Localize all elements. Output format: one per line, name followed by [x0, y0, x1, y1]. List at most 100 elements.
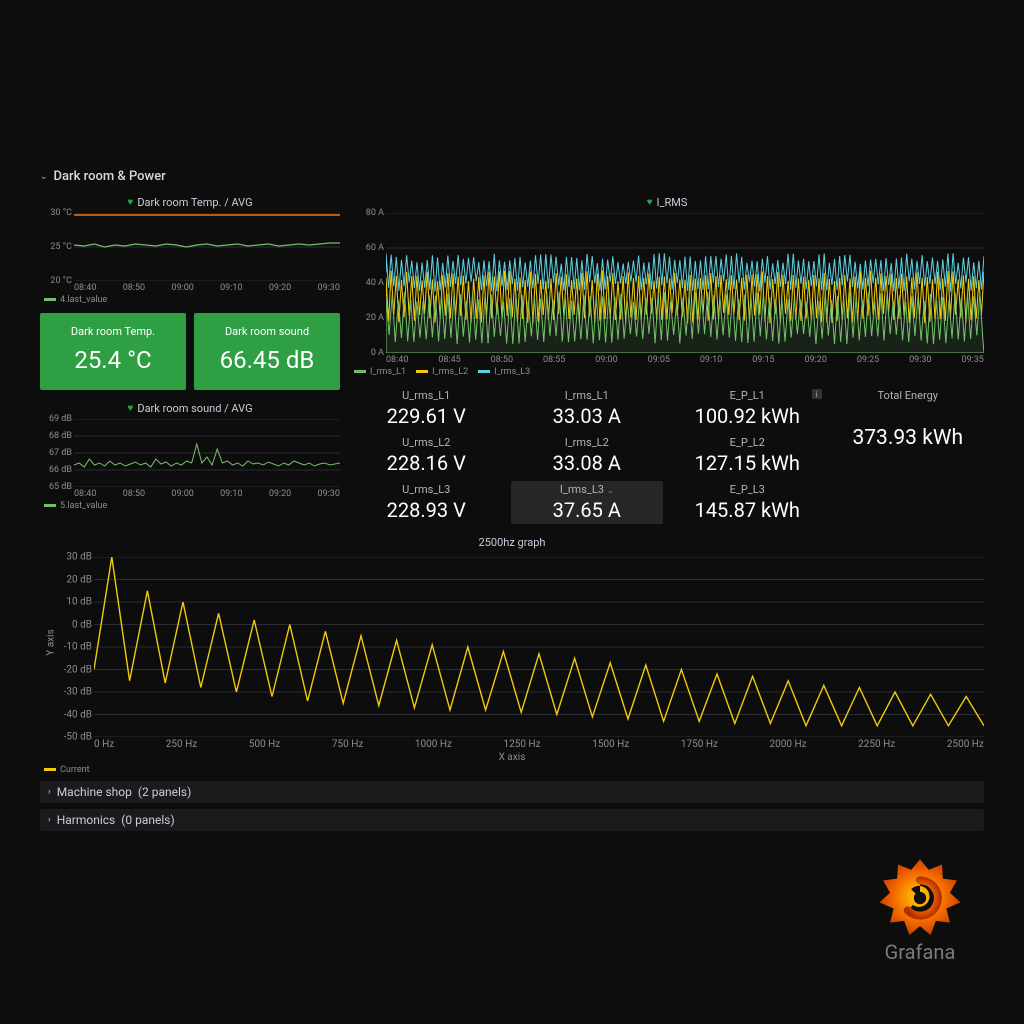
x-axis-label: X axis — [40, 752, 984, 763]
panel-title-text: 2500hz graph — [479, 536, 546, 549]
row-harmonics[interactable]: › Harmonics (0 panels) — [40, 809, 984, 831]
row-title: Machine shop — [57, 785, 132, 799]
panel-sound-avg[interactable]: ♥ Dark room sound / AVG 69 dB 68 dB 67 d… — [40, 400, 340, 511]
x-tick: 750 Hz — [332, 739, 363, 750]
panel-2500hz[interactable]: 2500hz graph Y axis 30 dB 20 dB 10 dB 0 … — [40, 534, 984, 775]
metric-e-l1[interactable]: iE_P_L1100.92 kWh — [671, 387, 824, 430]
metric-i-l1[interactable]: I_rms_L133.03 A — [511, 387, 664, 430]
y-tick: 68 dB — [49, 431, 72, 441]
sound-sparkline — [74, 419, 340, 487]
y-tick: -30 dB — [64, 687, 92, 698]
y-tick: 30 °C — [50, 208, 72, 218]
y-tick: -10 dB — [64, 642, 92, 653]
x-tick: 08:45 — [438, 355, 460, 365]
stat-temp[interactable]: Dark room Temp. 25.4 °C — [40, 313, 186, 390]
x-tick: 1500 Hz — [592, 739, 629, 750]
x-tick: 1000 Hz — [415, 739, 452, 750]
y-tick: -50 dB — [64, 732, 92, 743]
y-tick: 10 dB — [66, 597, 92, 608]
y-tick: 40 A — [366, 278, 384, 288]
x-tick: 250 Hz — [166, 739, 197, 750]
legend-item: Current — [60, 765, 90, 775]
y-tick: 20 dB — [66, 574, 92, 585]
legend-item: I_rms_L2 — [432, 367, 468, 377]
metric-i-l3[interactable]: I_rms_L3⌄37.65 A — [511, 481, 664, 524]
x-tick: 08:40 — [386, 355, 408, 365]
legend-item: 5.last_value — [60, 501, 107, 511]
x-tick: 09:20 — [269, 489, 291, 499]
x-tick: 500 Hz — [249, 739, 280, 750]
y-tick: 20 A — [366, 313, 384, 323]
panel-title-text: Dark room Temp. / AVG — [137, 196, 252, 209]
x-tick: 09:30 — [318, 489, 340, 499]
y-tick: -20 dB — [64, 664, 92, 675]
legend-item: I_rms_L3 — [494, 367, 530, 377]
x-tick: 08:40 — [74, 489, 96, 499]
row-dark-room-power[interactable]: ⌄ Dark room & Power — [40, 165, 984, 188]
x-tick: 09:00 — [171, 283, 193, 293]
row-title: Dark room & Power — [54, 169, 166, 184]
chevron-right-icon: › — [48, 815, 51, 825]
legend-item: I_rms_L1 — [370, 367, 406, 377]
brand-name: Grafana — [876, 940, 964, 964]
metric-total-energy[interactable]: Total Energy373.93 kWh — [832, 387, 985, 524]
metric-u-l3[interactable]: U_rms_L3228.93 V — [350, 481, 503, 524]
grafana-logo: Grafana — [876, 854, 964, 964]
y-tick: 69 dB — [49, 414, 72, 424]
x-tick: 09:35 — [961, 355, 983, 365]
stat-value: 25.4 °C — [46, 346, 180, 374]
x-tick: 09:10 — [220, 489, 242, 499]
row-title: Harmonics — [57, 813, 116, 827]
metric-e-l3[interactable]: E_P_L3145.87 kWh — [671, 481, 824, 524]
info-icon[interactable]: i — [812, 389, 822, 399]
y-tick: 80 A — [366, 208, 384, 218]
x-tick: 09:10 — [220, 283, 242, 293]
x-tick: 09:05 — [648, 355, 670, 365]
y-tick: 65 dB — [49, 482, 72, 492]
metric-u-l2[interactable]: U_rms_L2228.16 V — [350, 434, 503, 477]
x-tick: 0 Hz — [94, 739, 114, 750]
row-machine-shop[interactable]: › Machine shop (2 panels) — [40, 781, 984, 803]
metric-u-l1[interactable]: U_rms_L1229.61 V — [350, 387, 503, 430]
temp-sparkline — [74, 213, 340, 281]
panel-title-text: Dark room sound / AVG — [137, 402, 252, 415]
y-tick: 0 dB — [72, 619, 92, 630]
heart-icon: ♥ — [127, 197, 133, 208]
row-meta: (0 panels) — [121, 813, 174, 827]
chevron-down-icon: ⌄ — [40, 172, 48, 182]
y-tick: 30 dB — [66, 552, 92, 563]
x-tick: 08:50 — [123, 489, 145, 499]
y-tick: 20 °C — [50, 276, 72, 286]
heart-icon: ♥ — [127, 403, 133, 414]
x-tick: 2250 Hz — [858, 739, 895, 750]
panel-temp-avg[interactable]: ♥ Dark room Temp. / AVG 30 °C 25 °C 20 °… — [40, 194, 340, 305]
hz-sparkline — [94, 557, 984, 737]
x-tick: 08:40 — [74, 283, 96, 293]
y-tick: 60 A — [366, 243, 384, 253]
x-tick: 2500 Hz — [947, 739, 984, 750]
x-tick: 09:00 — [171, 489, 193, 499]
x-tick: 09:30 — [318, 283, 340, 293]
metric-e-l2[interactable]: E_P_L2127.15 kWh — [671, 434, 824, 477]
panel-title-text: I_RMS — [657, 196, 688, 209]
stat-sound[interactable]: Dark room sound 66.45 dB — [194, 313, 340, 390]
x-tick: 09:10 — [700, 355, 722, 365]
x-tick: 08:50 — [491, 355, 513, 365]
x-tick: 2000 Hz — [770, 739, 807, 750]
x-tick: 08:55 — [543, 355, 565, 365]
x-tick: 09:15 — [752, 355, 774, 365]
chevron-right-icon: › — [48, 787, 51, 797]
x-tick: 1250 Hz — [504, 739, 541, 750]
x-tick: 09:20 — [805, 355, 827, 365]
x-tick: 08:50 — [123, 283, 145, 293]
panel-irms[interactable]: ♥ I_RMS 80 A 60 A 40 A 20 A 0 A — [350, 194, 984, 377]
irms-sparkline — [386, 213, 984, 353]
row-meta: (2 panels) — [138, 785, 191, 799]
y-tick: -40 dB — [64, 709, 92, 720]
x-tick: 09:00 — [595, 355, 617, 365]
stat-label: Dark room sound — [200, 325, 334, 338]
metric-i-l2[interactable]: I_rms_L233.08 A — [511, 434, 664, 477]
y-tick: 67 dB — [49, 448, 72, 458]
y-tick: 66 dB — [49, 465, 72, 475]
chevron-down-icon[interactable]: ⌄ — [607, 486, 614, 495]
